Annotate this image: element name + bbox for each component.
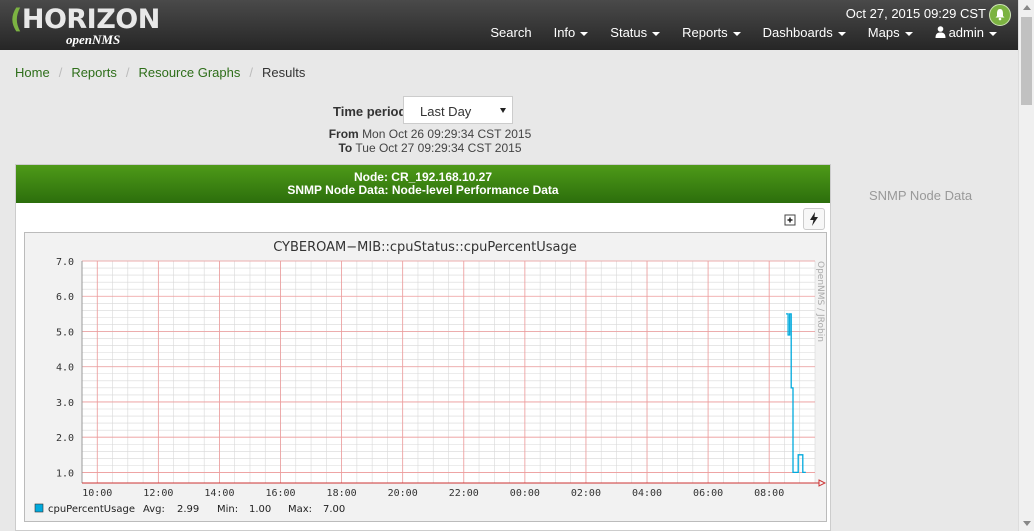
legend-name: cpuPercentUsage	[48, 504, 135, 515]
zoom-icon[interactable]	[783, 213, 797, 227]
logo-horizon-text: (HORIZON	[10, 4, 160, 35]
breadcrumb-resource-graphs[interactable]: Resource Graphs	[138, 65, 240, 80]
y-tick-label: 1.0	[56, 468, 74, 479]
chart-title: CYBEROAM−MIB::cpuStatus::cpuPercentUsage	[273, 240, 577, 255]
panel-subtitle: SNMP Node Data: Node-level Performance D…	[287, 183, 559, 197]
menu-search[interactable]: Search	[479, 25, 542, 40]
scroll-thumb[interactable]	[1021, 17, 1032, 105]
chevron-down-icon	[580, 31, 589, 36]
legend-min-label: Min:	[217, 504, 238, 515]
legend-avg-value: 2.99	[177, 504, 199, 515]
time-period-label: Time period	[333, 104, 407, 119]
x-tick-label: 06:00	[693, 488, 723, 499]
scroll-down-icon[interactable]	[1023, 521, 1031, 526]
chevron-down-icon	[652, 31, 661, 36]
page-scrollbar[interactable]	[1018, 0, 1034, 531]
legend-max-value: 7.00	[323, 504, 345, 515]
logo-sub-text: openNMS	[66, 32, 121, 47]
top-navbar: (HORIZON openNMS Oct 27, 2015 09:29 CST …	[0, 0, 1018, 50]
user-icon	[935, 26, 946, 38]
x-tick-label: 04:00	[632, 488, 662, 499]
graph-image[interactable]: 10:00 12:00 14:00 16:00 18:00 20:00 22:00 00:00…	[24, 232, 827, 522]
y-tick-label: 3.0	[56, 398, 74, 409]
menu-maps[interactable]: Maps	[857, 25, 924, 40]
legend-max-label: Max:	[288, 504, 312, 515]
breadcrumb: Home / Reports / Resource Graphs / Results	[15, 65, 306, 80]
y-tick-label: 4.0	[56, 363, 74, 374]
opennms-logo[interactable]: (HORIZON openNMS	[6, 4, 160, 47]
x-tick-label: 00:00	[510, 488, 540, 499]
menu-status[interactable]: Status	[599, 25, 671, 40]
menu-user[interactable]: admin	[924, 25, 1008, 40]
chevron-down-icon	[837, 31, 846, 36]
x-tick-label: 02:00	[571, 488, 601, 499]
x-tick-label: 22:00	[449, 488, 479, 499]
scroll-up-icon[interactable]	[1023, 5, 1031, 10]
y-tick-label: 5.0	[56, 327, 74, 338]
x-tick-label: 18:00	[327, 488, 357, 499]
menu-reports[interactable]: Reports	[671, 25, 752, 40]
time-period-select[interactable]: Last Day	[403, 96, 513, 124]
y-tick-label: 7.0	[56, 257, 74, 268]
range-from: From Mon Oct 26 09:29:34 CST 2015	[328, 127, 532, 141]
y-tick-label: 2.0	[56, 433, 74, 444]
x-tick-label: 08:00	[754, 488, 784, 499]
node-title: Node: CR_192.168.10.27	[353, 170, 493, 184]
x-tick-label: 14:00	[204, 488, 234, 499]
breadcrumb-reports[interactable]: Reports	[71, 65, 117, 80]
bolt-icon	[810, 212, 818, 226]
menu-dashboards[interactable]: Dashboards	[752, 25, 857, 40]
legend-swatch	[34, 503, 44, 513]
side-snmp-node-data[interactable]: SNMP Node Data	[869, 188, 972, 203]
panel-heading: Node: CR_192.168.10.27 SNMP Node Data: N…	[16, 165, 830, 203]
cpu-usage-chart: 10:00 12:00 14:00 16:00 18:00 20:00 22:00 00:00…	[34, 240, 827, 515]
chevron-down-icon	[732, 31, 741, 36]
x-axis-arrow	[818, 479, 827, 487]
logo-text: HORIZON	[21, 4, 161, 35]
select-arrow-icon	[500, 108, 506, 113]
menu-info[interactable]: Info	[543, 25, 600, 40]
breadcrumb-home[interactable]: Home	[15, 65, 50, 80]
chevron-down-icon	[989, 31, 997, 36]
legend-min-value: 1.00	[249, 504, 271, 515]
bolt-button[interactable]	[803, 208, 825, 230]
x-tick-label: 16:00	[265, 488, 295, 499]
range-to: To Tue Oct 27 09:29:34 CST 2015	[338, 141, 522, 155]
bell-icon[interactable]	[989, 4, 1011, 26]
graph-panel: Node: CR_192.168.10.27 SNMP Node Data: N…	[15, 164, 831, 531]
y-tick-label: 6.0	[56, 292, 74, 303]
time-period-value: Last Day	[420, 104, 472, 119]
server-datetime: Oct 27, 2015 09:29 CST	[845, 6, 986, 21]
breadcrumb-current: Results	[261, 65, 306, 80]
x-tick-label: 10:00	[82, 488, 112, 499]
chevron-down-icon	[904, 31, 913, 36]
x-tick-label: 20:00	[388, 488, 418, 499]
chart-watermark: OpenNMS / JRobin	[815, 261, 825, 342]
x-tick-label: 12:00	[143, 488, 173, 499]
legend-avg-label: Avg:	[143, 504, 165, 515]
main-menu: Search Info Status Reports Dashboards Ma…	[479, 25, 1008, 40]
